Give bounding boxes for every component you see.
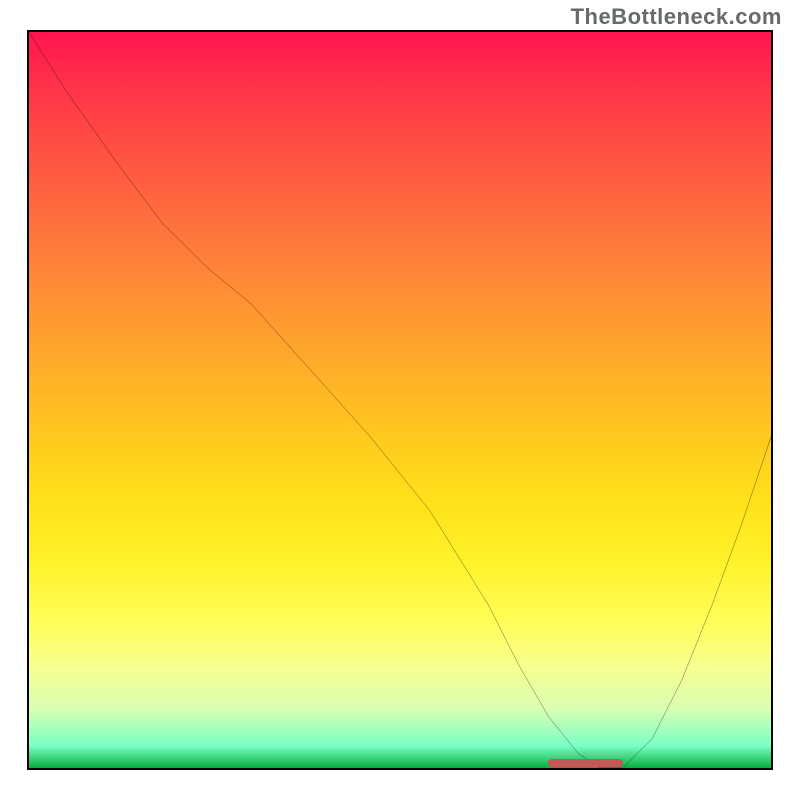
sweet-spot-marker — [548, 759, 622, 767]
bottleneck-curve — [29, 32, 771, 768]
curve-path — [29, 32, 771, 768]
chart-frame: TheBottleneck.com — [0, 0, 800, 800]
watermark-text: TheBottleneck.com — [571, 4, 782, 30]
plot-area — [27, 30, 773, 770]
